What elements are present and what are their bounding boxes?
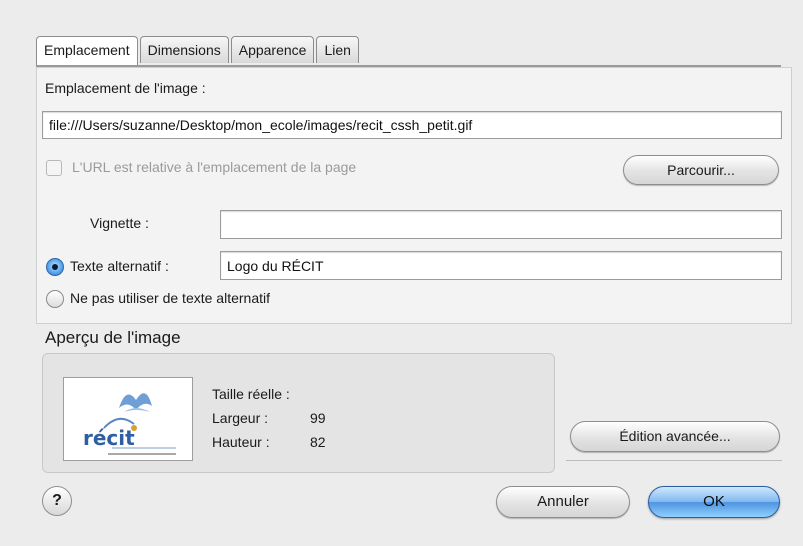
relative-url-checkbox[interactable]: [46, 160, 62, 176]
advanced-edit-button[interactable]: Édition avancée...: [570, 421, 780, 452]
ok-button[interactable]: OK: [648, 486, 780, 518]
tab-bar: Emplacement Dimensions Apparence Lien: [36, 36, 361, 66]
no-alt-text-radio[interactable]: [46, 290, 64, 308]
image-thumbnail: récit: [63, 377, 193, 461]
preview-title: Aperçu de l'image: [45, 328, 181, 347]
tab-dimensions[interactable]: Dimensions: [139, 36, 229, 63]
real-size-label: Taille réelle :: [212, 386, 290, 402]
tab-apparence[interactable]: Apparence: [230, 36, 315, 63]
image-location-label: Emplacement de l'image :: [45, 80, 206, 96]
width-value: 99: [310, 410, 326, 426]
vignette-input[interactable]: [220, 210, 782, 239]
tab-lien[interactable]: Lien: [316, 36, 359, 63]
cancel-button[interactable]: Annuler: [496, 486, 630, 518]
help-button[interactable]: ?: [42, 486, 72, 516]
tab-emplacement[interactable]: Emplacement: [36, 36, 138, 66]
emplacement-panel: [36, 67, 792, 324]
image-location-input[interactable]: [42, 111, 782, 139]
alt-text-radio[interactable]: [46, 258, 64, 276]
logo-text: récit: [83, 426, 135, 450]
height-value: 82: [310, 434, 326, 450]
width-label: Largeur :: [212, 410, 269, 426]
alt-text-input[interactable]: [220, 251, 782, 280]
height-label: Hauteur :: [212, 434, 270, 450]
browse-button[interactable]: Parcourir...: [623, 155, 779, 185]
relative-url-label: L'URL est relative à l'emplacement de la…: [72, 159, 357, 175]
vignette-label: Vignette :: [90, 215, 149, 231]
recit-logo-image: récit: [83, 393, 176, 455]
alt-text-radio-label: Texte alternatif :: [70, 258, 169, 274]
no-alt-text-label: Ne pas utiliser de texte alternatif: [70, 290, 270, 306]
divider: [566, 460, 782, 461]
